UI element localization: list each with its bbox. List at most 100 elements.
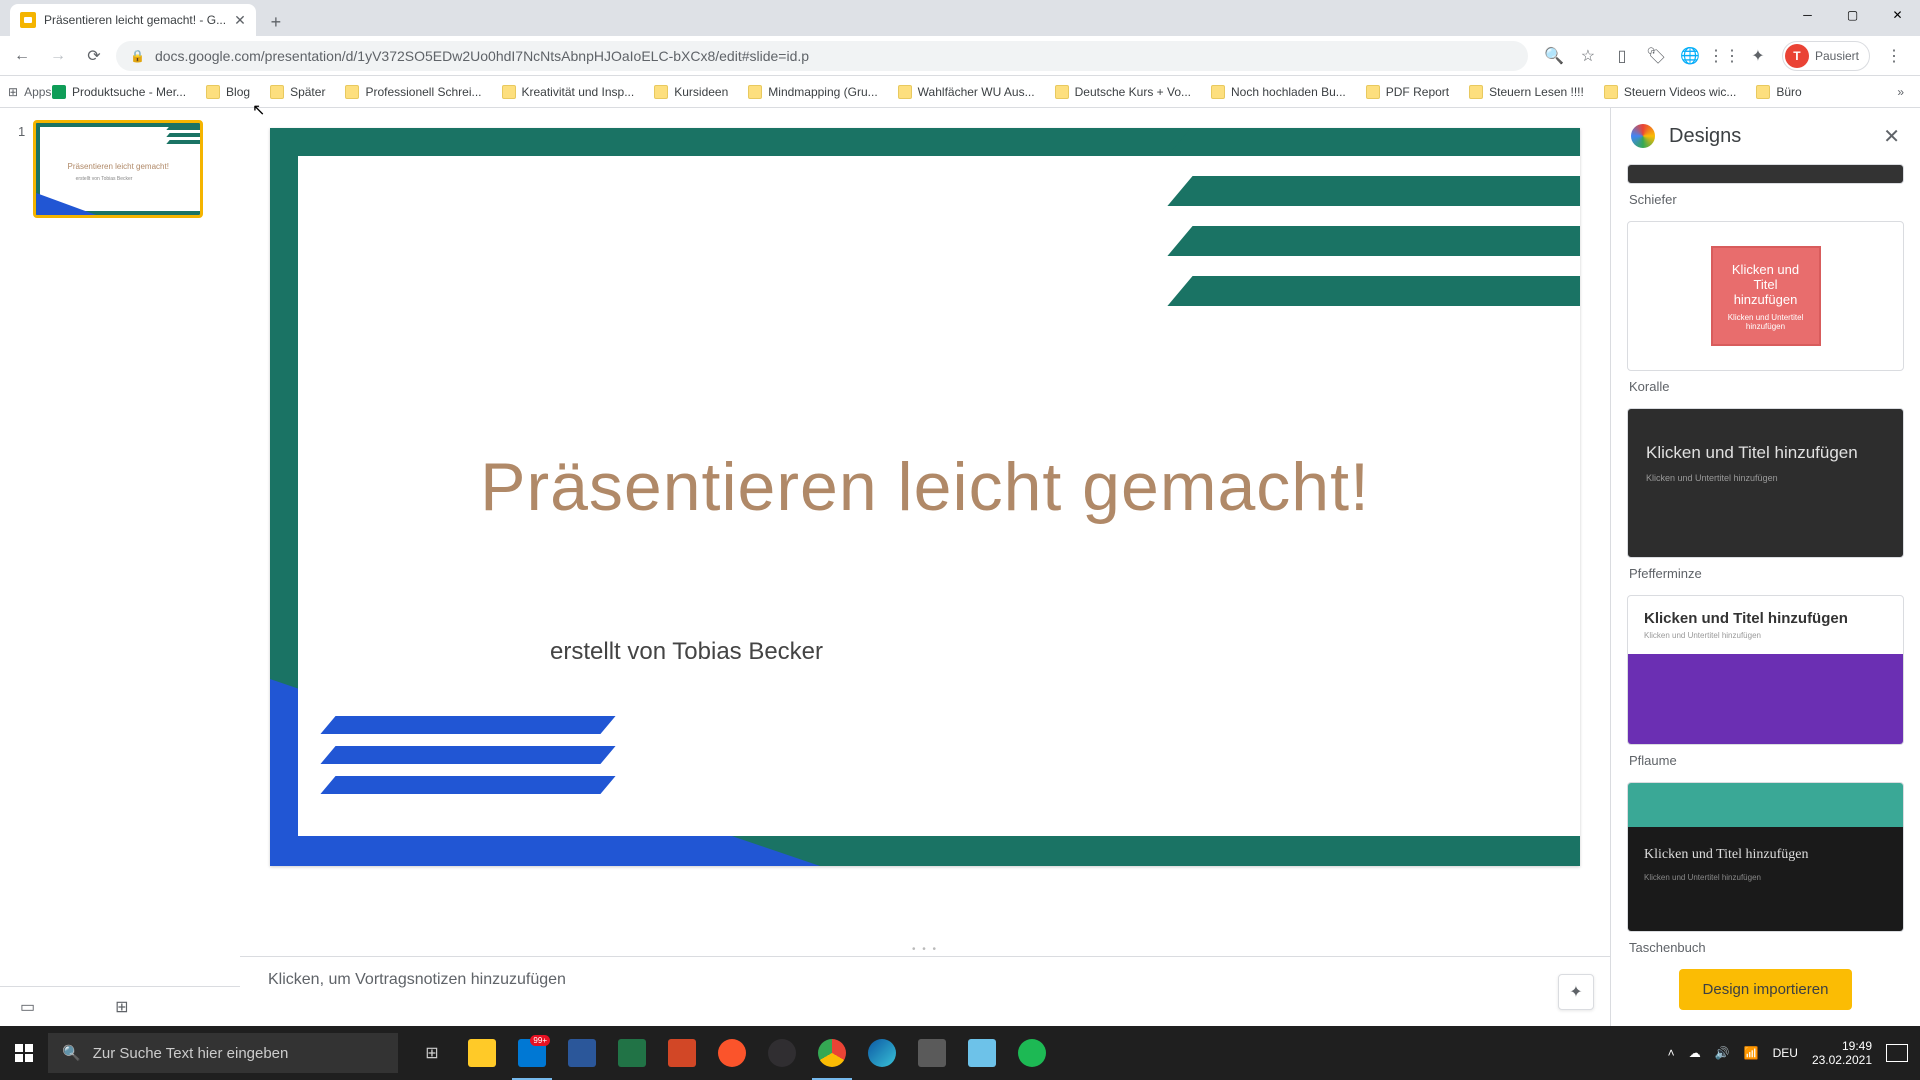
- bookmark-kreativitaet[interactable]: Kreativität und Insp...: [494, 81, 643, 103]
- forward-button[interactable]: →: [44, 42, 72, 70]
- bookmark-produktsuche[interactable]: Produktsuche - Mer...: [44, 81, 194, 103]
- bookmark-steuern-lesen[interactable]: Steuern Lesen !!!!: [1461, 81, 1592, 103]
- designs-palette-icon: [1631, 124, 1655, 148]
- app-area: 1 Präsentieren leicht gemacht! erstellt …: [0, 108, 1920, 1026]
- designs-footer: Design importieren: [1611, 953, 1920, 1026]
- folder-icon: [1366, 85, 1380, 99]
- new-tab-button[interactable]: +: [262, 8, 290, 36]
- menu-icon[interactable]: ⋮: [1884, 46, 1904, 66]
- spotify-icon[interactable]: [1008, 1026, 1056, 1080]
- explore-button[interactable]: ✦: [1558, 974, 1594, 1010]
- thumb-author: erstellt von Tobias Becker: [76, 176, 133, 182]
- notepad-icon[interactable]: [958, 1026, 1006, 1080]
- mail-icon[interactable]: 99+: [508, 1026, 556, 1080]
- folder-icon: [206, 85, 220, 99]
- filmstrip-view-icon[interactable]: ▭: [20, 997, 35, 1017]
- bookmark-pdf[interactable]: PDF Report: [1358, 81, 1457, 103]
- design-label: Pfefferminze: [1629, 566, 1904, 581]
- explorer-icon[interactable]: [458, 1026, 506, 1080]
- edge-icon[interactable]: [858, 1026, 906, 1080]
- slide-canvas[interactable]: Präsentieren leicht gemacht! erstellt vo…: [270, 128, 1580, 866]
- toolbar-icons: 🔍 ☆ ▯ 🏷 🌐 ⋮⋮ ✦ T Pausiert ⋮: [1536, 41, 1912, 71]
- folder-icon: [270, 85, 284, 99]
- slide-title-text[interactable]: Präsentieren leicht gemacht!: [270, 448, 1580, 526]
- bookmark-professionell[interactable]: Professionell Schrei...: [337, 81, 489, 103]
- bookmarks-overflow[interactable]: »: [1889, 85, 1912, 99]
- clock[interactable]: 19:49 23.02.2021: [1812, 1039, 1872, 1068]
- bookmark-blog[interactable]: Blog: [198, 81, 258, 103]
- import-design-button[interactable]: Design importieren: [1679, 969, 1853, 1010]
- designs-header: Designs ✕: [1611, 108, 1920, 164]
- folder-icon: [748, 85, 762, 99]
- close-window-button[interactable]: ✕: [1875, 0, 1920, 30]
- browser-tab[interactable]: Präsentieren leicht gemacht! - G... ✕: [10, 4, 256, 36]
- bookmark-steuern-videos[interactable]: Steuern Videos wic...: [1596, 81, 1745, 103]
- extensions-icon[interactable]: ✦: [1748, 46, 1768, 66]
- start-button[interactable]: [0, 1026, 48, 1080]
- speaker-notes[interactable]: Klicken, um Vortragsnotizen hinzuzufügen: [240, 956, 1610, 1026]
- design-card-pflaume[interactable]: Klicken und Titel hinzufügen Klicken und…: [1627, 595, 1904, 745]
- bookmark-star-icon[interactable]: ☆: [1578, 46, 1598, 66]
- design-card-pfefferminze[interactable]: Klicken und Titel hinzufügen Klicken und…: [1627, 408, 1904, 558]
- folder-icon: [1604, 85, 1618, 99]
- chrome-icon[interactable]: [808, 1026, 856, 1080]
- reload-button[interactable]: ⟳: [80, 42, 108, 70]
- slide-author-text[interactable]: erstellt von Tobias Becker: [550, 638, 823, 666]
- notifications-icon[interactable]: [1886, 1044, 1908, 1062]
- design-card-koralle[interactable]: Klicken und Titel hinzufügen Klicken und…: [1627, 221, 1904, 371]
- obs-icon[interactable]: [758, 1026, 806, 1080]
- bookmark-wahlfaecher[interactable]: Wahlfächer WU Aus...: [890, 81, 1043, 103]
- bookmark-spaeter[interactable]: Später: [262, 81, 333, 103]
- onedrive-icon[interactable]: ☁: [1689, 1046, 1701, 1060]
- tray-expand-icon[interactable]: ˄: [1668, 1046, 1675, 1060]
- bookmark-buero[interactable]: Büro: [1748, 81, 1809, 103]
- excel-icon[interactable]: [608, 1026, 656, 1080]
- task-view-icon[interactable]: ⊞: [408, 1026, 456, 1080]
- grid-view-icon[interactable]: ⊞: [115, 997, 128, 1017]
- close-tab-icon[interactable]: ✕: [234, 12, 246, 29]
- reader-icon[interactable]: ▯: [1612, 46, 1632, 66]
- windows-taskbar: 🔍 Zur Suche Text hier eingeben ⊞ 99+ ˄ ☁…: [0, 1026, 1920, 1080]
- powerpoint-icon[interactable]: [658, 1026, 706, 1080]
- design-card-taschenbuch[interactable]: Klicken und Titel hinzufügen Klicken und…: [1627, 782, 1904, 932]
- folder-icon: [1055, 85, 1069, 99]
- apps-button[interactable]: ⊞ Apps: [8, 85, 40, 99]
- back-button[interactable]: ←: [8, 42, 36, 70]
- bookmarks-bar: ⊞ Apps Produktsuche - Mer... Blog Später…: [0, 76, 1920, 108]
- globe-icon[interactable]: 🌐: [1680, 46, 1700, 66]
- language-indicator[interactable]: DEU: [1773, 1046, 1798, 1060]
- minimize-button[interactable]: ─: [1785, 0, 1830, 30]
- wifi-icon[interactable]: 📶: [1744, 1046, 1759, 1060]
- stripes-decoration: [328, 716, 628, 826]
- canvas-area: Präsentieren leicht gemacht! erstellt vo…: [240, 108, 1610, 1026]
- close-panel-button[interactable]: ✕: [1883, 124, 1900, 149]
- taskbar-search[interactable]: 🔍 Zur Suche Text hier eingeben: [48, 1033, 398, 1073]
- designs-list[interactable]: Schiefer Klicken und Titel hinzufügen Kl…: [1611, 164, 1920, 953]
- design-label: Pflaume: [1629, 753, 1904, 768]
- grid-icon[interactable]: ⋮⋮: [1714, 46, 1734, 66]
- design-label: Koralle: [1629, 379, 1904, 394]
- folder-icon: [1756, 85, 1770, 99]
- lock-icon: 🔒: [130, 49, 145, 63]
- maximize-button[interactable]: ▢: [1830, 0, 1875, 30]
- bookmark-deutsche[interactable]: Deutsche Kurs + Vo...: [1047, 81, 1199, 103]
- bookmark-hochladen[interactable]: Noch hochladen Bu...: [1203, 81, 1354, 103]
- avatar-icon: T: [1785, 44, 1809, 68]
- volume-icon[interactable]: 🔊: [1715, 1046, 1730, 1060]
- search-icon[interactable]: 🔍: [1544, 46, 1564, 66]
- notes-resize-handle[interactable]: • • •: [240, 942, 1610, 956]
- address-bar[interactable]: 🔒 docs.google.com/presentation/d/1yV372S…: [116, 41, 1528, 71]
- folder-icon: [345, 85, 359, 99]
- bookmark-kursideen[interactable]: Kursideen: [646, 81, 736, 103]
- bookmark-mindmapping[interactable]: Mindmapping (Gru...: [740, 81, 885, 103]
- stripes-decoration: [1160, 128, 1580, 366]
- design-card-schiefer[interactable]: [1627, 164, 1904, 184]
- profile-pill[interactable]: T Pausiert: [1782, 41, 1870, 71]
- slide-thumbnail-1[interactable]: Präsentieren leicht gemacht! erstellt vo…: [33, 120, 203, 218]
- tab-title: Präsentieren leicht gemacht! - G...: [44, 13, 226, 27]
- app-icon[interactable]: [908, 1026, 956, 1080]
- profile-status: Pausiert: [1815, 49, 1859, 63]
- word-icon[interactable]: [558, 1026, 606, 1080]
- brave-icon[interactable]: [708, 1026, 756, 1080]
- tag-icon[interactable]: 🏷: [1646, 46, 1666, 66]
